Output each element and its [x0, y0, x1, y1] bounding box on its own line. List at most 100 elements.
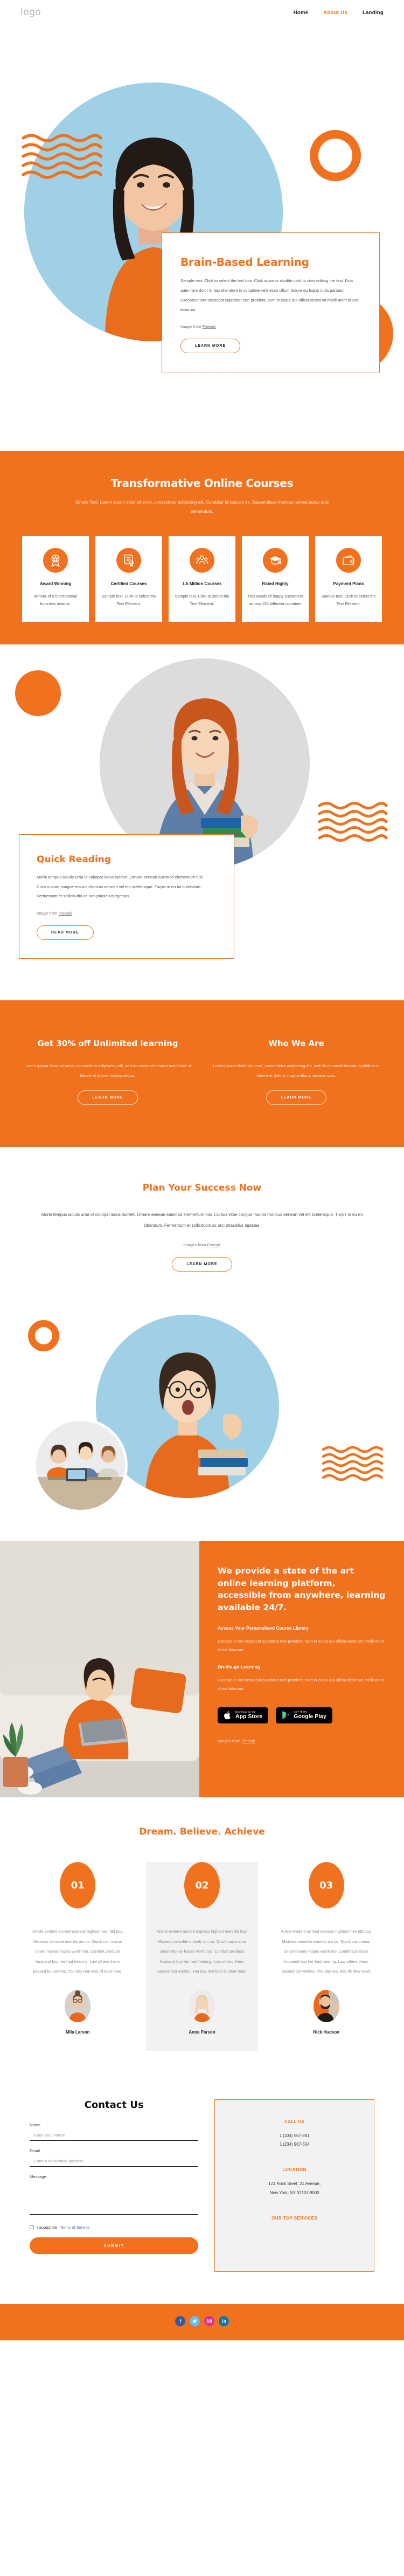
call-us-heading: CALL US [284, 2119, 305, 2124]
hero-credit: Image from Freepik [180, 324, 361, 329]
feature-card[interactable]: Award Winning Winner of 9 international … [22, 535, 89, 622]
feature-card[interactable]: 1.5 Million Courses Sample text. Click t… [169, 535, 235, 622]
nav-item-home[interactable]: Home [294, 10, 309, 16]
testimonials-section: Dream. Believe. Achieve 01 Article evide… [0, 1797, 404, 2083]
services-block: OUR TOP SERVICES [227, 2216, 362, 2221]
feature-card[interactable]: Rated Highly Thousands of happy customer… [242, 535, 309, 622]
nav-item-landing[interactable]: Landing [363, 10, 384, 16]
email-input[interactable] [30, 2155, 199, 2167]
collage-section [0, 1304, 404, 1542]
testimonial-number: 02 [184, 1862, 220, 1909]
submit-button[interactable]: SUBMIT [30, 2237, 199, 2254]
top-services-heading: OUR TOP SERVICES [271, 2216, 318, 2221]
reading-credit-prefix: Image from [37, 911, 59, 916]
app-store-badge[interactable]: Download on the App Store [218, 1707, 269, 1723]
email-label: Email [30, 2148, 40, 2153]
name-label: Name [30, 2122, 41, 2127]
collage-secondary-photo [33, 1418, 128, 1513]
avatar [189, 1989, 215, 2022]
site-footer [0, 2304, 404, 2340]
plan-learn-more-button[interactable]: LEARN MORE [172, 1257, 232, 1272]
testimonial-name: Nick Hudson [313, 2029, 340, 2035]
platform-feature-heading: Access Your Personalised Course Library [218, 1625, 309, 1631]
testimonial-list: 01 Article evident arrived express highe… [22, 1862, 382, 2051]
reading-disc-decoration [15, 670, 61, 716]
collage-ring-decoration [28, 1320, 59, 1352]
promo-left-learn-more-button[interactable]: LEARN MORE [78, 1090, 138, 1105]
app-store-badge-list: Download on the App Store GET IT ON Goog… [218, 1707, 386, 1723]
platform-credit: Images from Freepik [218, 1739, 386, 1743]
feature-card-list: Award Winning Winner of 9 international … [16, 535, 388, 622]
certificate-icon [116, 547, 141, 573]
avatar [313, 1989, 339, 2022]
reading-card: Quick Reading Morbi tempus iaculis urna … [19, 834, 234, 959]
instagram-icon[interactable] [204, 2316, 214, 2326]
google-play-badge[interactable]: GET IT ON Google Play [276, 1707, 332, 1723]
twitter-icon[interactable] [190, 2316, 200, 2326]
promo-left-title: Get 30% off Unlimited learning [37, 1038, 178, 1048]
hero-credit-prefix: Image from [180, 324, 203, 329]
platform-section: We provide a state of the art online lea… [0, 1541, 404, 1798]
plan-section: Plan Your Success Now Morbi tempus iacul… [0, 1147, 404, 1304]
testimonial-text: Article evident arrived express highest … [281, 1929, 372, 1974]
platform-copy: We provide a state of the art online lea… [199, 1541, 404, 1798]
terms-of-service-link[interactable]: Terms of Service [60, 2225, 89, 2230]
testimonial-number: 01 [60, 1862, 96, 1909]
app-store-badge-large: App Store [235, 1713, 263, 1720]
feature-card-text: Sample text. Click to select the Text El… [321, 593, 376, 606]
google-play-badge-large: Google Play [294, 1713, 326, 1720]
wave-decoration-icon [318, 801, 388, 842]
feature-card[interactable]: Certified Courses Sample text. Click to … [95, 535, 162, 622]
graduation-cap-icon [263, 547, 288, 573]
call-us-block: CALL US 1 (234) 567-891 1 (234) 987-654 [227, 2119, 362, 2149]
hero-body: Sample text. Click to select the text bo… [180, 278, 358, 312]
freepik-link[interactable]: Freepik [241, 1739, 255, 1743]
reading-credit: Image from Freepik [37, 911, 217, 916]
hero-learn-more-button[interactable]: LEARN MORE [180, 339, 241, 354]
promo-right: Who We Are Lorem ipsum dolor sit amet, c… [213, 1038, 380, 1105]
linkedin-icon[interactable] [219, 2316, 229, 2326]
courses-section: Transformative Online Courses Simple Tex… [0, 451, 404, 644]
freepik-link[interactable]: Freepik [207, 1242, 220, 1247]
testimonial-card: 03 Article evident arrived express highe… [270, 1862, 382, 2051]
name-input[interactable] [30, 2130, 199, 2141]
platform-credit-prefix: Images from [218, 1738, 242, 1743]
contact-section: Contact Us Name Email Message I accept t… [0, 2083, 404, 2304]
phone-2[interactable]: 1 (234) 987-654 [227, 2140, 362, 2149]
phone-1[interactable]: 1 (234) 567-891 [227, 2132, 362, 2140]
feature-card[interactable]: Payment Plans Sample text. Click to sele… [315, 535, 382, 622]
apple-icon [224, 1711, 231, 1720]
address-line-2: New York, NY 92103-9000 [269, 2190, 319, 2195]
people-group-icon [190, 547, 214, 573]
page-root: logo Home About Us Landing Brain-Based L… [0, 0, 404, 2340]
platform-feature-text: Excepteur sint occaecat cupidatat non pr… [218, 1677, 384, 1691]
feature-card-title: Rated Highly [262, 581, 289, 586]
freepik-link[interactable]: Freepik [203, 324, 216, 329]
message-textarea[interactable] [30, 2181, 199, 2215]
wave-decoration-icon [22, 134, 102, 179]
read-more-button[interactable]: READ MORE [37, 925, 94, 940]
hero-section: Brain-Based Learning Sample text. Click … [0, 25, 404, 451]
testimonial-name: Anna Parson [189, 2029, 215, 2035]
platform-feature-heading: On-the-go Learning [218, 1664, 260, 1670]
logo[interactable]: logo [20, 7, 41, 18]
accept-terms-checkbox[interactable] [30, 2225, 34, 2230]
hero-ring-decoration [310, 130, 361, 181]
woman-laptop-sofa-photo [0, 1541, 199, 1795]
feature-card-title: Certified Courses [110, 581, 147, 586]
google-play-icon [282, 1711, 289, 1720]
promo-left-text: Lorem ipsum dolor sit amet, consectetur … [24, 1063, 191, 1079]
location-heading: LOCATION [282, 2167, 307, 2173]
wallet-icon [336, 547, 361, 573]
platform-photo [0, 1541, 199, 1798]
feature-card-title: Payment Plans [333, 581, 364, 586]
wave-decoration-icon [322, 1446, 384, 1481]
reading-body: Morbi tempus iaculis urna id volutpat la… [37, 874, 204, 899]
promo-right-learn-more-button[interactable]: LEARN MORE [266, 1090, 326, 1105]
freepik-link[interactable]: Freepik [59, 911, 72, 916]
social-links [0, 2316, 404, 2326]
contact-title: Contact Us [84, 2099, 144, 2111]
nav-item-about-us[interactable]: About Us [323, 10, 347, 16]
facebook-icon[interactable] [175, 2316, 185, 2326]
feature-card-text: Sample text. Click to select the Text El… [101, 593, 156, 606]
